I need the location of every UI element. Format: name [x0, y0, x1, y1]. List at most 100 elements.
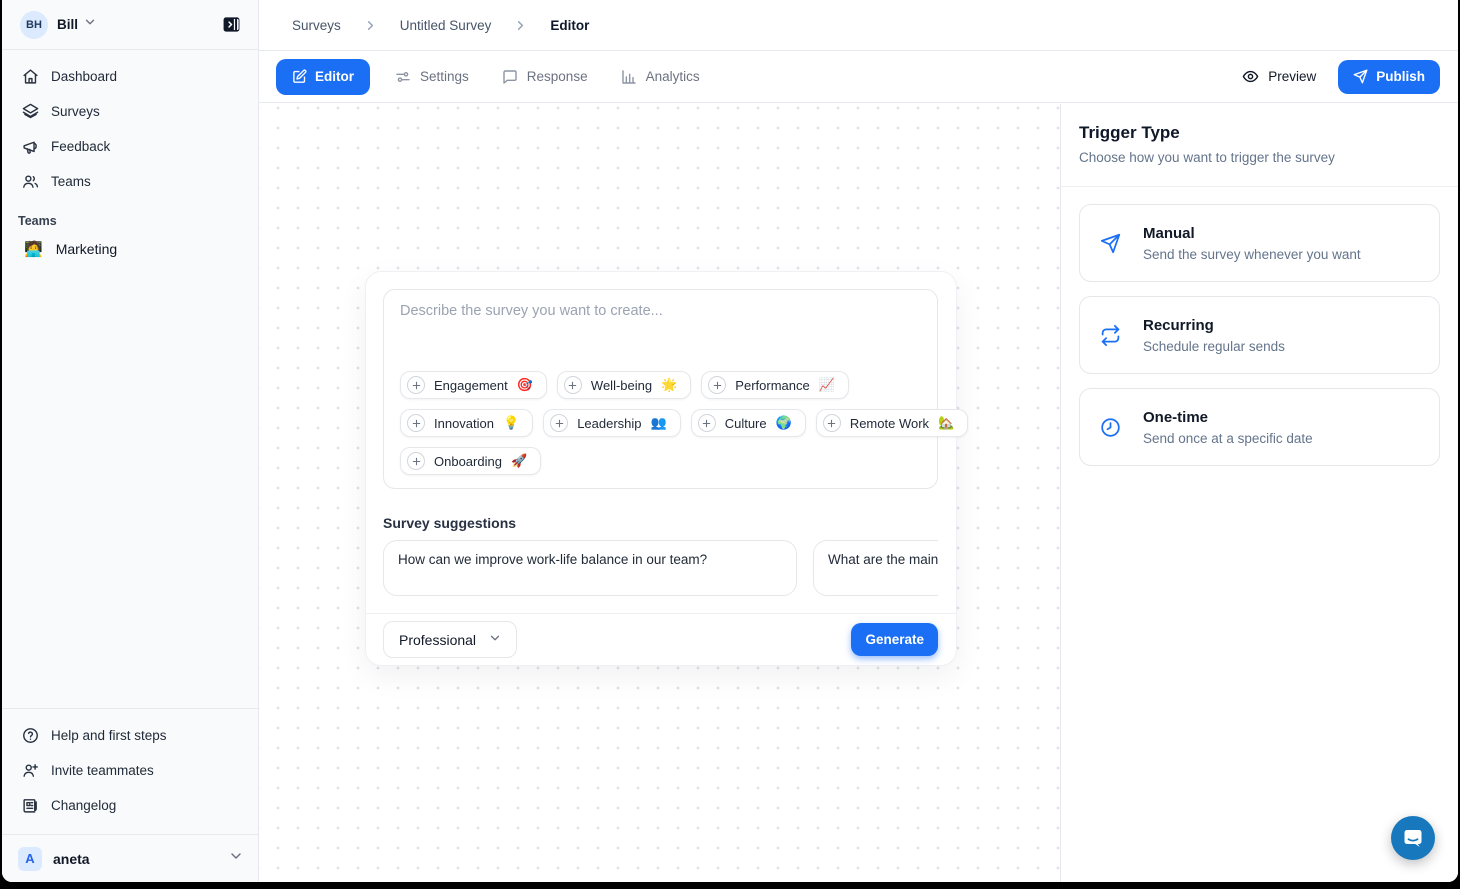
trigger-type-panel: Trigger Type Choose how you want to trig… [1060, 104, 1458, 882]
bar-chart-icon [621, 69, 637, 85]
tab-label: Response [527, 69, 588, 84]
home-icon [22, 68, 39, 85]
send-icon [1353, 69, 1368, 84]
chip-remote-work[interactable]: Remote Work 🏡 [816, 409, 968, 437]
plus-icon [698, 414, 716, 432]
user-plus-icon [22, 762, 39, 779]
sidebar-nav: Dashboard Surveys Feedback Teams [2, 50, 258, 200]
suggestions-title: Survey suggestions [383, 515, 938, 531]
generate-button[interactable]: Generate [851, 623, 938, 656]
star-emoji-icon: 🌟 [661, 377, 677, 393]
chip-innovation[interactable]: Innovation 💡 [400, 409, 533, 437]
chip-engagement[interactable]: Engagement 🎯 [400, 371, 547, 399]
tone-dropdown[interactable]: Professional [383, 621, 517, 658]
repeat-icon [1100, 325, 1121, 346]
people-emoji-icon: 👥 [651, 415, 667, 431]
app-window: BH Bill Dashboard Surveys Feedback [2, 0, 1458, 882]
chip-culture[interactable]: Culture 🌍 [691, 409, 806, 437]
newspaper-icon [22, 797, 39, 814]
plus-icon [708, 376, 726, 394]
sidebar-item-changelog[interactable]: Changelog [10, 789, 250, 822]
rocket-emoji-icon: 🚀 [511, 453, 527, 469]
sidebar-item-label: Invite teammates [51, 763, 154, 778]
trigger-option-one-time[interactable]: One-time Send once at a specific date [1079, 388, 1440, 466]
preview-label: Preview [1268, 69, 1316, 84]
house-emoji-icon: 🏡 [938, 415, 954, 431]
sidebar-item-feedback[interactable]: Feedback [10, 130, 250, 163]
chip-leadership[interactable]: Leadership 👥 [543, 409, 681, 437]
ai-survey-composer-card: Engagement 🎯 Well-being 🌟 [365, 271, 957, 666]
workspace-switcher[interactable]: BH Bill [2, 0, 258, 50]
bulb-emoji-icon: 💡 [503, 415, 519, 431]
sidebar-item-dashboard[interactable]: Dashboard [10, 60, 250, 93]
plus-icon [407, 376, 425, 394]
suggestion-card[interactable]: What are the main ob [813, 540, 938, 596]
eye-icon [1242, 68, 1259, 85]
sidebar-item-label: Feedback [51, 139, 110, 154]
chip-well-being[interactable]: Well-being 🌟 [557, 371, 691, 399]
chip-onboarding[interactable]: Onboarding 🚀 [400, 447, 541, 475]
dart-emoji-icon: 🎯 [517, 377, 533, 393]
technologist-emoji-icon: 🧑‍💻 [24, 240, 43, 258]
help-circle-icon [22, 727, 39, 744]
layers-icon [22, 103, 39, 120]
plus-icon [823, 414, 841, 432]
chevron-right-icon [363, 18, 378, 33]
chip-performance[interactable]: Performance 📈 [701, 371, 849, 399]
editor-canvas[interactable]: Engagement 🎯 Well-being 🌟 [259, 104, 1060, 882]
plus-icon [564, 376, 582, 394]
sidebar-item-label: Changelog [51, 798, 116, 813]
survey-prompt-box[interactable]: Engagement 🎯 Well-being 🌟 [383, 289, 938, 489]
sidebar-team-marketing[interactable]: 🧑‍💻 Marketing [10, 232, 250, 266]
breadcrumb-untitled-survey[interactable]: Untitled Survey [400, 18, 492, 33]
sidebar-item-help[interactable]: Help and first steps [10, 719, 250, 752]
users-icon [22, 173, 39, 190]
user-name: aneta [53, 851, 90, 867]
tab-editor[interactable]: Editor [276, 59, 370, 95]
chevron-right-icon [513, 18, 528, 33]
trigger-option-manual[interactable]: Manual Send the survey whenever you want [1079, 204, 1440, 282]
sidebar-item-teams[interactable]: Teams [10, 165, 250, 198]
tab-label: Settings [420, 69, 469, 84]
sidebar-item-invite[interactable]: Invite teammates [10, 754, 250, 787]
tab-analytics[interactable]: Analytics [613, 59, 708, 95]
clock-icon [1100, 417, 1121, 438]
sliders-icon [395, 69, 411, 85]
team-name: Marketing [56, 241, 117, 257]
tab-settings[interactable]: Settings [387, 59, 477, 95]
publish-button[interactable]: Publish [1338, 60, 1440, 94]
globe-emoji-icon: 🌍 [776, 415, 792, 431]
sidebar-item-label: Dashboard [51, 69, 117, 84]
chevron-down-icon [488, 631, 502, 648]
workspace-name: Bill [57, 17, 78, 32]
plus-icon [407, 452, 425, 470]
user-menu[interactable]: A aneta [2, 834, 258, 882]
chart-emoji-icon: 📈 [819, 377, 835, 393]
tab-response[interactable]: Response [494, 59, 596, 95]
chevron-down-icon [83, 15, 97, 34]
trigger-option-recurring[interactable]: Recurring Schedule regular sends [1079, 296, 1440, 374]
edit-icon [292, 69, 307, 84]
breadcrumb-surveys[interactable]: Surveys [292, 18, 341, 33]
preview-button[interactable]: Preview [1234, 62, 1324, 91]
chat-bubble-icon [1401, 826, 1425, 850]
workspace-avatar: BH [20, 11, 48, 39]
suggestions-list: How can we improve work-life balance in … [383, 540, 938, 596]
plus-icon [550, 414, 568, 432]
trigger-panel-header: Trigger Type Choose how you want to trig… [1061, 104, 1458, 187]
trigger-options: Manual Send the survey whenever you want… [1061, 187, 1458, 483]
chevron-down-icon [228, 848, 244, 869]
panel-title: Trigger Type [1079, 123, 1440, 143]
main-area: Surveys Untitled Survey Editor Editor Se… [259, 0, 1458, 882]
sidebar-item-label: Teams [51, 174, 91, 189]
sidebar-item-surveys[interactable]: Surveys [10, 95, 250, 128]
sidebar-collapse-icon[interactable] [218, 12, 244, 38]
chat-launcher-button[interactable] [1391, 816, 1435, 860]
plus-icon [407, 414, 425, 432]
tab-label: Editor [315, 69, 354, 84]
user-avatar: A [18, 847, 42, 871]
tone-value: Professional [399, 632, 476, 648]
sidebar: BH Bill Dashboard Surveys Feedback [2, 0, 259, 882]
suggestion-card[interactable]: How can we improve work-life balance in … [383, 540, 797, 596]
topic-chips: Engagement 🎯 Well-being 🌟 [400, 371, 921, 475]
